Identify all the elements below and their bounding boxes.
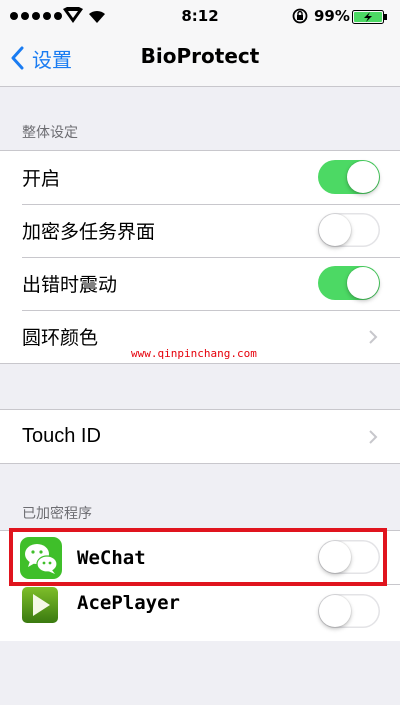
toggle-encrypt-multitask[interactable]	[318, 213, 380, 247]
watermark: www.qinpinchang.com	[131, 347, 257, 360]
section-header-apps: 已加密程序	[22, 506, 92, 522]
row-enable: 开启	[0, 151, 400, 204]
app-name: AcePlayer	[77, 592, 180, 614]
row-label: 开启	[22, 168, 61, 190]
highlight-box	[9, 528, 387, 586]
settings-group-general: 开启 加密多任务界面 出错时震动 圆环颜色	[0, 150, 400, 364]
settings-group-touch-id: Touch ID	[0, 409, 400, 464]
row-label: 出错时震动	[22, 274, 118, 296]
battery-charging-icon	[352, 10, 387, 24]
chevron-right-icon	[369, 330, 378, 344]
aceplayer-icon	[22, 587, 58, 623]
toggle-enable[interactable]	[318, 160, 380, 194]
row-label: 加密多任务界面	[22, 221, 156, 243]
rotation-lock-icon	[292, 8, 308, 24]
toggle-vibrate-on-error[interactable]	[318, 266, 380, 300]
navigation-bar: 设置 BioProtect	[0, 32, 400, 87]
page-title: BioProtect	[140, 44, 260, 68]
app-row-aceplayer: AcePlayer	[0, 584, 400, 637]
row-encrypt-multitask: 加密多任务界面	[0, 204, 400, 257]
status-bar: 8:12 99%	[0, 0, 400, 32]
row-label: 圆环颜色	[22, 327, 99, 349]
row-vibrate-on-error: 出错时震动	[0, 257, 400, 310]
row-label: Touch ID	[22, 425, 101, 447]
chevron-right-icon	[369, 430, 378, 444]
row-touch-id[interactable]: Touch ID	[0, 410, 400, 463]
section-header-general: 整体设定	[22, 125, 78, 141]
toggle-aceplayer[interactable]	[318, 594, 380, 628]
battery-percent: 99%	[314, 7, 350, 25]
